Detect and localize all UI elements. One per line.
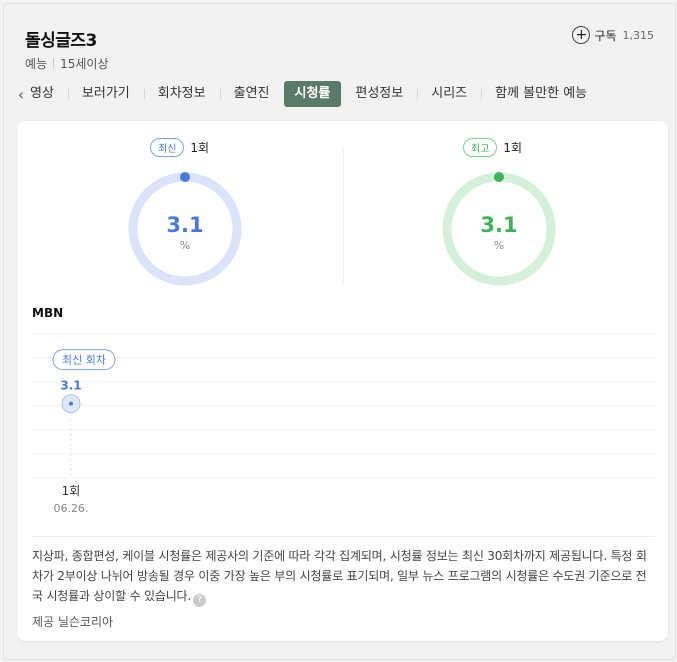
best-header: 최고 1회 — [463, 138, 522, 157]
tab-episodes[interactable]: 회차정보 — [143, 81, 220, 107]
tab-ratings[interactable]: 시청률 — [283, 81, 342, 107]
x-tick-episode: 1회 — [62, 484, 81, 498]
program-meta: 예능 15세이상 — [25, 55, 108, 72]
program-title[interactable]: 돌싱글즈3 — [25, 26, 97, 51]
latest-unit: % — [179, 239, 191, 252]
tab-schedule[interactable]: 편성정보 — [341, 81, 417, 107]
tab-videos[interactable]: 영상 — [28, 81, 68, 107]
help-icon[interactable]: ? — [193, 594, 206, 607]
subscriber-count: 1,315 — [622, 28, 655, 42]
broadcaster-label: MBN — [32, 306, 64, 320]
best-unit: % — [493, 239, 505, 252]
tab-bar: ‹ 영상 보러가기 회차정보 출연진 시청률 편성정보 시리즈 함께 볼만한 예… — [14, 80, 674, 108]
divider — [343, 147, 344, 285]
best-badge: 최고 — [463, 138, 498, 157]
subscribe-button[interactable]: + 구독 1,315 — [572, 26, 654, 44]
data-point-center — [69, 401, 73, 406]
tab-cast[interactable]: 출연진 — [219, 81, 284, 107]
divider — [32, 536, 655, 537]
plus-icon: + — [572, 26, 591, 44]
latest-gauge: 3.1 % — [127, 171, 243, 287]
ratings-chart: 3.1 최신 회차 1회 06.26. — [32, 333, 655, 515]
ratings-card: 최신 1회 3.1 % 최고 1회 3.1 % MBN 3.1 최신 회차 1회 06… — [17, 121, 668, 641]
latest-header: 최신 1회 — [150, 138, 209, 157]
tab-series[interactable]: 시리즈 — [417, 81, 481, 107]
latest-badge: 최신 — [150, 138, 185, 157]
provider-label: 제공 닐슨코리아 — [32, 615, 114, 629]
tab-related[interactable]: 함께 볼만한 예능 — [481, 81, 601, 107]
best-gauge: 3.1 % — [441, 171, 557, 287]
x-tick-date: 06.26. — [54, 502, 89, 515]
genre-label: 예능 — [25, 57, 48, 71]
latest-episode: 1회 — [190, 141, 210, 155]
best-value: 3.1 — [480, 213, 518, 237]
ratings-panel: 돌싱글즈3 예능 15세이상 + 구독 1,315 ‹ 영상 보러가기 회차정보 … — [3, 3, 676, 660]
subscribe-label: 구독 — [594, 28, 617, 43]
divider — [53, 58, 55, 69]
chevron-left-icon[interactable]: ‹ — [14, 85, 28, 104]
tab-watch[interactable]: 보러가기 — [67, 81, 144, 107]
best-episode: 1회 — [503, 141, 523, 155]
ratings-note-text: 지상파, 종합편성, 케이블 시청률은 제공사의 기준에 따라 각각 집계되며,… — [32, 549, 647, 603]
age-rating-label: 15세이상 — [60, 57, 109, 71]
data-label: 3.1 — [60, 379, 81, 393]
latest-value: 3.1 — [166, 213, 204, 237]
ratings-note: 지상파, 종합편성, 케이블 시청률은 제공사의 기준에 따라 각각 집계되며,… — [32, 546, 654, 607]
latest-episode-marker-label: 최신 회차 — [62, 354, 106, 367]
